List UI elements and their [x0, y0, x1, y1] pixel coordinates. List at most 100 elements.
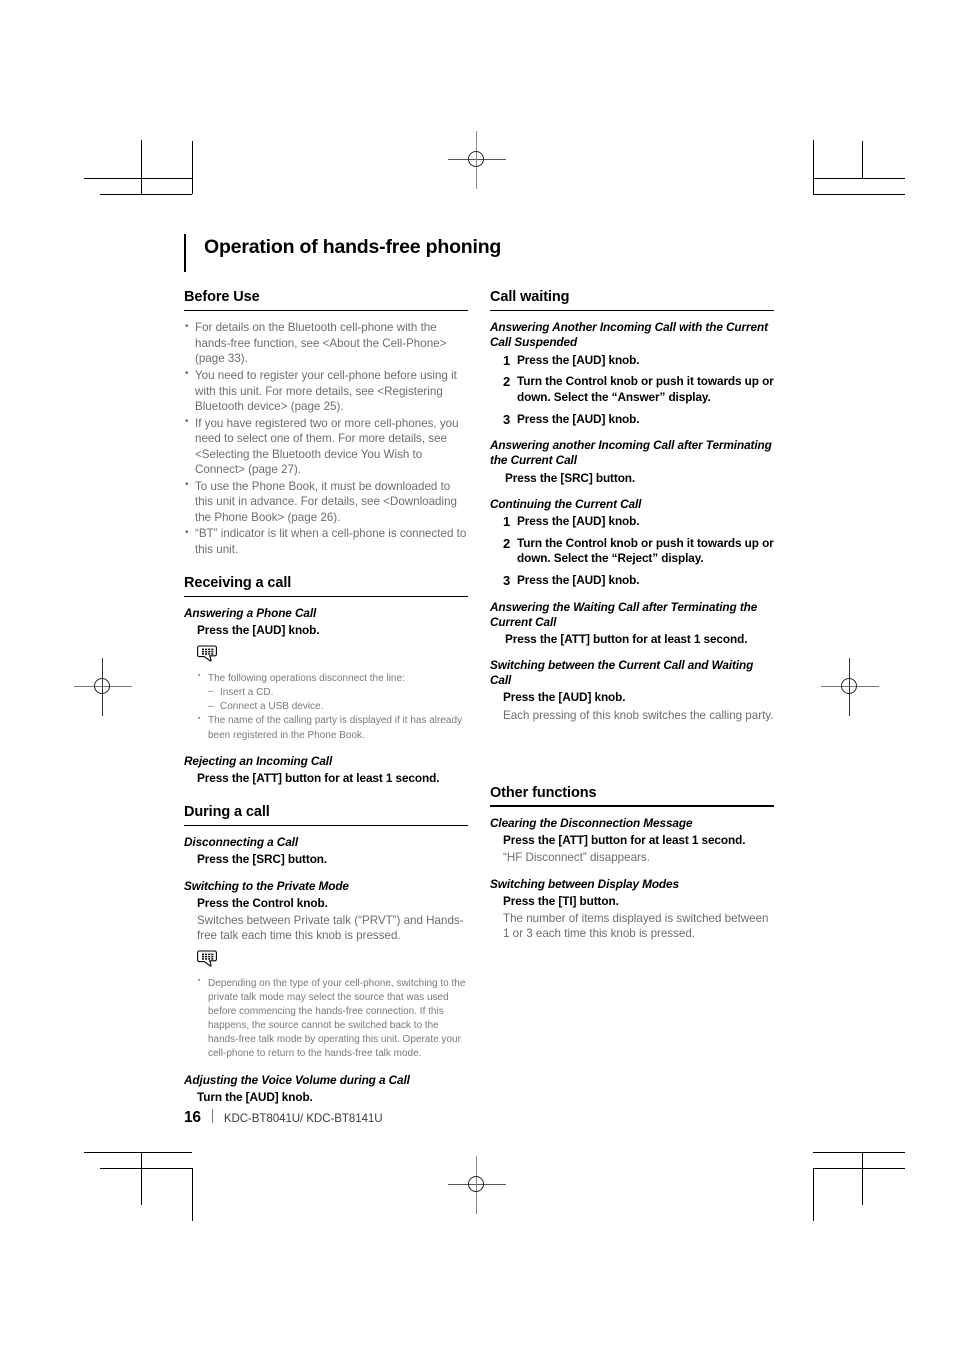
section-rule: [490, 309, 774, 312]
registration-mark-left: [74, 658, 132, 716]
two-column-body: Before Use For details on the Bluetooth …: [184, 289, 774, 1123]
section-receiving-a-call: Receiving a call Answering a Phone Call …: [184, 575, 468, 786]
subsection-answering-another-after-terminating: Answering another Incoming Call after Te…: [490, 438, 774, 486]
registration-mark-top: [448, 131, 506, 189]
section-rule: [184, 824, 468, 827]
note-sub-item: Insert a CD.: [208, 685, 468, 700]
step-item: 2 Turn the Control knob or push it towar…: [490, 374, 774, 405]
document-page: Operation of hands-free phoning Before U…: [0, 0, 954, 1350]
subsection-rejecting-an-incoming-call: Rejecting an Incoming Call Press the [AT…: [184, 754, 468, 786]
description-text: Each pressing of this knob switches the …: [503, 708, 774, 722]
step-text: Turn the Control knob or push it towards…: [517, 374, 774, 404]
step-number: 2: [503, 535, 511, 551]
section-during-a-call: During a call Disconnecting a Call Press…: [184, 804, 468, 1105]
subsection-answering-a-phone-call: Answering a Phone Call Press the [AUD] k…: [184, 606, 468, 742]
subsection-answering-another-call-suspended: Answering Another Incoming Call with the…: [490, 320, 774, 427]
action-text: Press the [ATT] button for at least 1 se…: [505, 631, 748, 646]
description-text: The number of items displayed is switche…: [503, 912, 769, 941]
subsection-heading: Answering a Phone Call: [184, 606, 317, 621]
subsection-disconnecting-a-call: Disconnecting a Call Press the [SRC] but…: [184, 835, 468, 867]
note-item: The following operations disconnect the …: [197, 671, 468, 715]
subsection-adjusting-voice-volume: Adjusting the Voice Volume during a Call…: [184, 1073, 468, 1105]
note-item-text: The following operations disconnect the …: [208, 672, 405, 684]
chapter-heading: Operation of hands-free phoning: [184, 234, 774, 272]
subsection-heading: Disconnecting a Call: [184, 835, 299, 850]
subsection-heading: Answering Another Incoming Call with the…: [490, 320, 768, 350]
subsection-heading: Answering another Incoming Call after Te…: [490, 438, 772, 468]
list-item: “BT” indicator is lit when a cell-phone …: [184, 526, 468, 557]
subsection-heading: Switching between Display Modes: [490, 876, 679, 891]
step-number: 3: [503, 572, 511, 588]
section-heading-call-waiting: Call waiting: [490, 289, 570, 306]
step-text: Turn the Control knob or push it towards…: [517, 535, 774, 566]
note-sub-list: Insert a CD. Connect a USB device.: [208, 685, 468, 714]
step-number: 2: [503, 374, 511, 390]
subsection-heading: Switching between the Current Call and W…: [490, 658, 754, 688]
action-text: Press the [ATT] button for at least 1 se…: [197, 770, 440, 785]
before-use-bullet-list: For details on the Bluetooth cell-phone …: [184, 320, 468, 557]
step-text: Press the [AUD] knob.: [517, 411, 640, 426]
registration-mark-right: [821, 658, 879, 716]
subsection-answering-waiting-after-terminating: Answering the Waiting Call after Termina…: [490, 600, 774, 648]
section-rule: [490, 805, 774, 807]
registration-mark-bottom: [448, 1156, 506, 1214]
section-before-use: Before Use For details on the Bluetooth …: [184, 289, 468, 557]
left-column: Before Use For details on the Bluetooth …: [184, 289, 468, 1123]
step-number: 3: [503, 411, 511, 427]
description-text: Switches between Private talk (“PRVT”) a…: [197, 913, 464, 943]
step-number: 1: [503, 352, 511, 368]
right-column: Call waiting Answering Another Incoming …: [490, 289, 774, 1123]
note-list: The following operations disconnect the …: [197, 671, 468, 743]
subsection-clearing-disconnection-message: Clearing the Disconnection Message Press…: [490, 816, 774, 866]
subsection-switching-display-modes: Switching between Display Modes Press th…: [490, 877, 774, 942]
note-list: Depending on the type of your cell-phone…: [197, 976, 468, 1062]
note-sub-item: Connect a USB device.: [208, 700, 468, 714]
list-item: If you have registered two or more cell-…: [184, 415, 468, 478]
section-other-functions: Other functions Clearing the Disconnecti…: [490, 785, 774, 942]
list-item: For details on the Bluetooth cell-phone …: [184, 320, 468, 367]
step-item: 3 Press the [AUD] knob.: [490, 573, 774, 589]
note-item: Depending on the type of your cell-phone…: [197, 976, 468, 1062]
step-item: 2 Turn the Control knob or push it towar…: [490, 536, 774, 567]
subsection-heading: Answering the Waiting Call after Termina…: [490, 599, 758, 629]
action-text: Press the [AUD] knob.: [197, 623, 320, 638]
page-content: Operation of hands-free phoning Before U…: [184, 234, 774, 1123]
note-item: The name of the calling party is display…: [197, 714, 468, 742]
section-heading-other-functions: Other functions: [490, 785, 597, 801]
action-text: Press the [ATT] button for at least 1 se…: [503, 833, 746, 848]
note-block: The following operations disconnect the …: [197, 644, 468, 743]
description-text: “HF Disconnect” disappears.: [503, 851, 650, 865]
step-text: Press the [AUD] knob.: [517, 572, 640, 587]
page-number: 16: [184, 1109, 201, 1126]
step-list: 1 Press the [AUD] knob. 2 Turn the Contr…: [490, 353, 774, 428]
subsection-heading: Continuing the Current Call: [490, 496, 642, 511]
section-heading-during-a-call: During a call: [184, 804, 270, 821]
subsection-switching-to-private-mode: Switching to the Private Mode Press the …: [184, 879, 468, 1062]
subsection-continuing-current-call: Continuing the Current Call 1 Press the …: [490, 497, 774, 589]
step-item: 1 Press the [AUD] knob.: [490, 353, 774, 369]
action-text: Press the [TI] button.: [503, 893, 619, 908]
list-item: To use the Phone Book, it must be downlo…: [184, 478, 468, 526]
note-block: Depending on the type of your cell-phone…: [197, 949, 468, 1062]
footer-model-name: KDC-BT8041U/ KDC-BT8141U: [223, 1112, 383, 1125]
step-item: 3 Press the [AUD] knob.: [490, 412, 774, 428]
step-text: Press the [AUD] knob.: [517, 352, 640, 367]
column-spacer: [490, 741, 774, 785]
note-speech-bubble-icon: [197, 949, 468, 974]
action-text: Press the Control knob.: [197, 895, 328, 910]
subsection-heading: Rejecting an Incoming Call: [184, 753, 333, 768]
action-text: Turn the [AUD] knob.: [197, 1089, 313, 1104]
chapter-title: Operation of hands-free phoning: [204, 236, 502, 258]
note-speech-bubble-icon: [197, 644, 468, 669]
section-call-waiting: Call waiting Answering Another Incoming …: [490, 289, 774, 723]
step-item: 1 Press the [AUD] knob.: [490, 514, 774, 530]
section-heading-before-use: Before Use: [184, 289, 260, 306]
section-rule: [184, 595, 468, 598]
page-footer: 16 KDC-BT8041U/ KDC-BT8141U: [184, 1108, 383, 1127]
footer-divider: [211, 1109, 213, 1123]
subsection-heading: Switching to the Private Mode: [184, 878, 349, 893]
section-heading-receiving-a-call: Receiving a call: [184, 575, 292, 592]
step-list: 1 Press the [AUD] knob. 2 Turn the Contr…: [490, 514, 774, 589]
chapter-rule: [184, 234, 186, 272]
subsection-heading: Clearing the Disconnection Message: [490, 815, 693, 830]
